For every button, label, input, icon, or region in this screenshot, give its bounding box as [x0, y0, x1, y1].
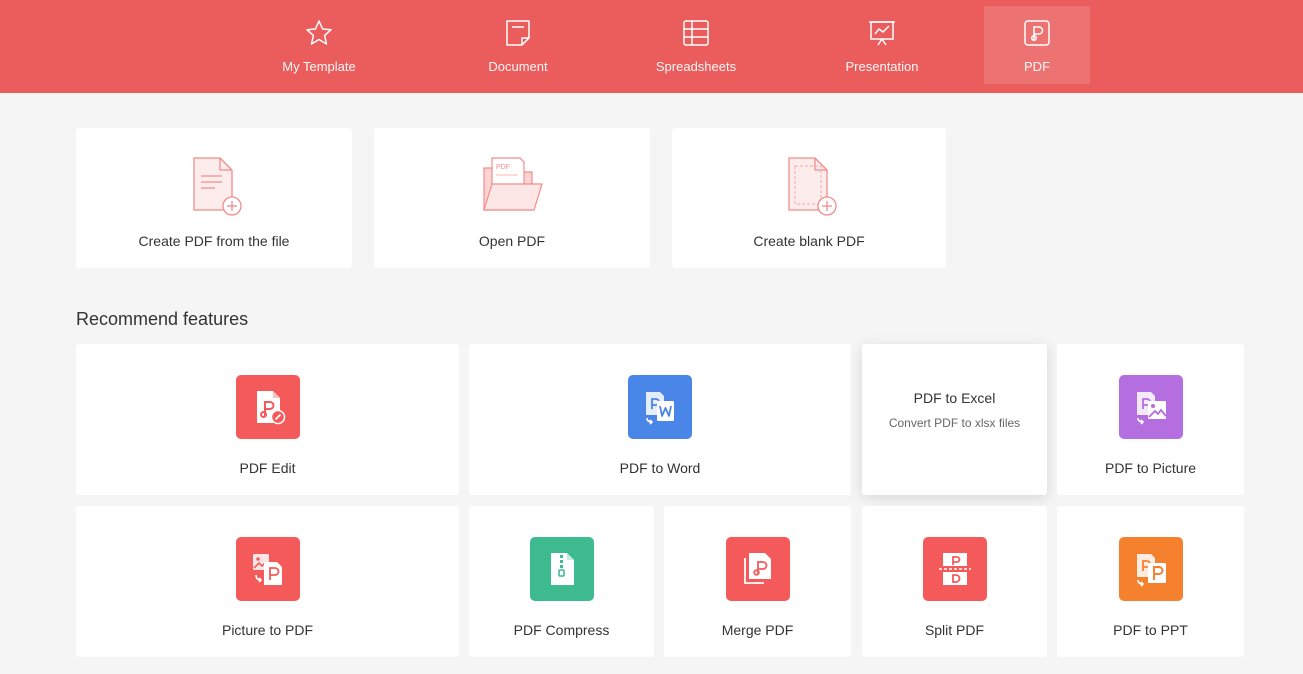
tab-label: PDF: [1024, 59, 1050, 74]
card-label: Picture to PDF: [221, 622, 314, 638]
card-label: PDF to Word: [619, 460, 701, 476]
card-label: PDF to Picture: [1104, 460, 1197, 476]
open-folder-icon: PDF: [483, 157, 543, 211]
picture-to-pdf-card[interactable]: Picture to PDF: [76, 506, 459, 657]
top-navigation-bar: My Template Document Spreadsheets Presen…: [0, 0, 1303, 93]
tab-label: Presentation: [845, 59, 919, 74]
tab-document[interactable]: Document: [465, 6, 571, 84]
section-title: Recommend features: [76, 309, 249, 329]
pdf-edit-card[interactable]: PDF Edit: [76, 344, 459, 495]
pdf-to-ppt-card[interactable]: PDF to PPT: [1057, 506, 1244, 657]
pdf-compress-icon: [529, 537, 594, 601]
pdf-to-picture-icon: [1118, 375, 1183, 439]
merge-pdf-card[interactable]: Merge PDF: [664, 506, 851, 657]
picture-to-pdf-icon: [235, 537, 300, 601]
create-pdf-from-file-card[interactable]: Create PDF from the file: [76, 128, 352, 268]
pdf-icon: [1024, 20, 1050, 46]
card-label: Split PDF: [924, 622, 985, 638]
pdf-compress-card[interactable]: PDF Compress: [469, 506, 654, 657]
card-description: Convert PDF to xlsx files: [888, 416, 1021, 430]
card-label: Open PDF: [478, 233, 546, 249]
tab-label: Document: [488, 59, 548, 74]
tab-label: My Template: [282, 59, 356, 74]
pdf-to-ppt-icon: [1118, 537, 1183, 601]
split-pdf-icon: [922, 537, 987, 601]
card-label: PDF to PPT: [1113, 622, 1188, 638]
star-icon: [306, 20, 332, 45]
merge-pdf-icon: [725, 537, 790, 601]
pdf-to-word-icon: [628, 375, 692, 439]
create-blank-pdf-card[interactable]: Create blank PDF: [672, 128, 946, 268]
spreadsheet-icon: [683, 20, 709, 46]
card-label: PDF Compress: [513, 622, 610, 638]
card-label: PDF Edit: [239, 460, 296, 476]
document-icon: [506, 20, 530, 46]
pdf-to-picture-card[interactable]: PDF to Picture: [1057, 344, 1244, 495]
svg-text:PDF: PDF: [496, 164, 510, 171]
card-label: Create blank PDF: [753, 233, 865, 249]
card-label: Merge PDF: [721, 622, 794, 638]
tab-pdf[interactable]: PDF: [984, 6, 1090, 84]
tab-spreadsheets[interactable]: Spreadsheets: [643, 6, 749, 84]
blank-file-plus-icon: [788, 157, 837, 216]
file-plus-icon: [193, 157, 242, 216]
pdf-to-word-card[interactable]: PDF to Word: [469, 344, 851, 495]
tab-presentation[interactable]: Presentation: [829, 6, 935, 84]
open-pdf-card[interactable]: PDF Open PDF: [374, 128, 650, 268]
presentation-icon: [869, 21, 895, 46]
card-label: PDF to Excel: [913, 390, 996, 406]
pdf-to-excel-card[interactable]: PDF to Excel Convert PDF to xlsx files: [862, 344, 1047, 495]
split-pdf-card[interactable]: Split PDF: [862, 506, 1047, 657]
card-label: Create PDF from the file: [138, 233, 290, 249]
pdf-edit-icon: [235, 375, 300, 439]
tab-label: Spreadsheets: [655, 59, 737, 74]
tab-my-template[interactable]: My Template: [266, 6, 372, 84]
